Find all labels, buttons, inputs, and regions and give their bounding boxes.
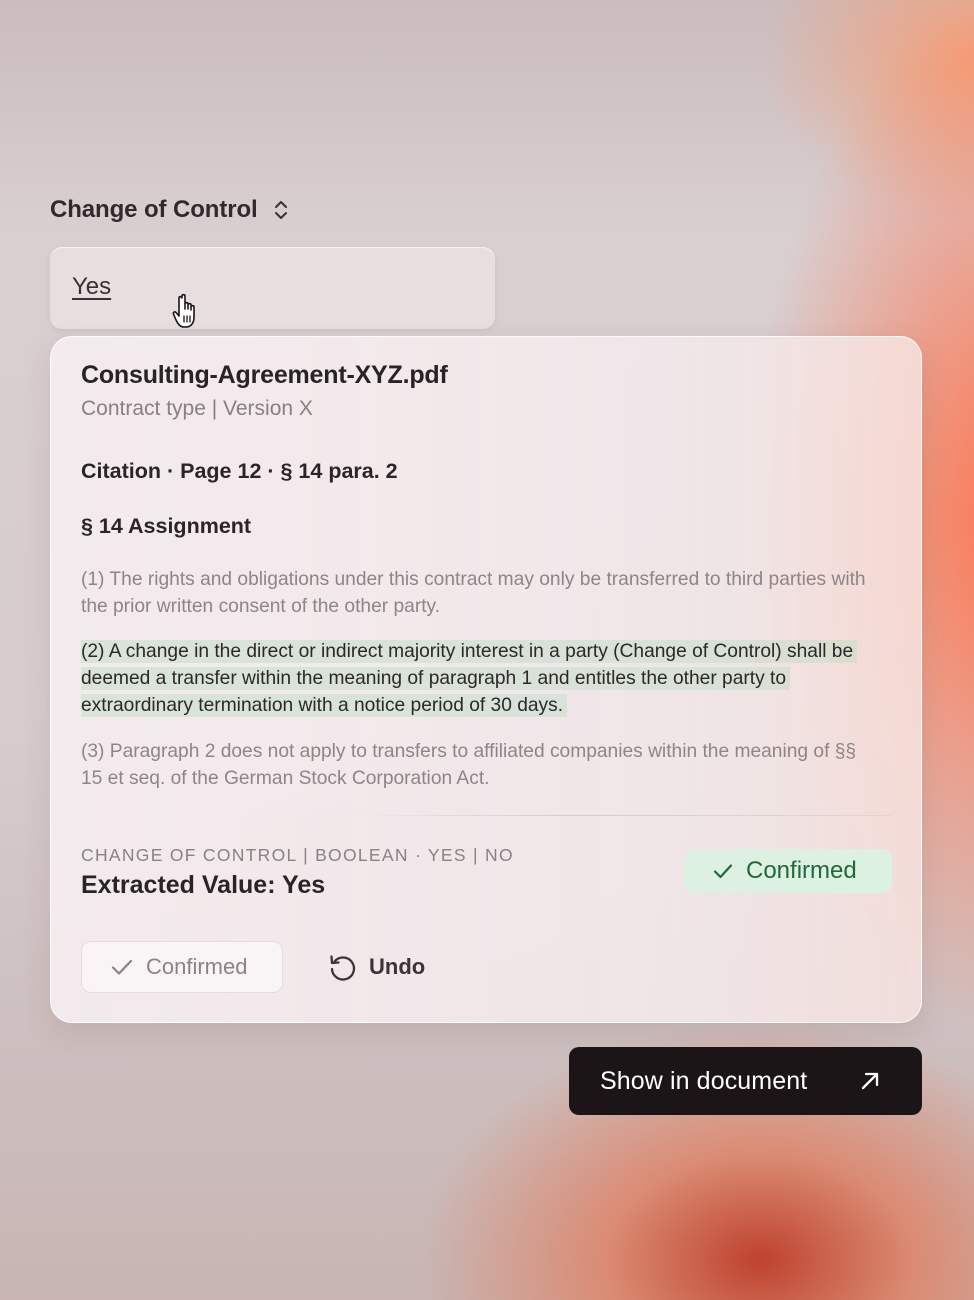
file-title: Consulting-Agreement-XYZ.pdf bbox=[81, 361, 448, 389]
section-title: § 14 Assignment bbox=[81, 514, 252, 538]
undo-label: Undo bbox=[369, 954, 426, 979]
highlighted-text: (2) A change in the direct or indirect m… bbox=[81, 640, 858, 717]
hand-pointer-cursor-icon bbox=[172, 293, 195, 328]
status-badge-label: Confirmed bbox=[746, 857, 857, 884]
field-value-link[interactable]: Yes bbox=[72, 273, 111, 300]
clause-paragraph-highlighted: (2) A change in the direct or indirect m… bbox=[81, 638, 891, 719]
check-icon bbox=[111, 959, 133, 975]
field-value-input[interactable]: Yes bbox=[50, 247, 495, 329]
divider bbox=[351, 815, 891, 816]
citation-card: Consulting-Agreement-XYZ.pdf Contract ty… bbox=[50, 336, 922, 1023]
field-label: Change of Control bbox=[50, 196, 258, 223]
field-type-caption: CHANGE OF CONTROL | BOOLEAN · YES | NO bbox=[81, 845, 514, 865]
clause-paragraph: (3) Paragraph 2 does not apply to transf… bbox=[81, 741, 857, 789]
file-subtitle: Contract type | Version X bbox=[81, 397, 313, 420]
show-in-document-button[interactable]: Show in document bbox=[569, 1047, 922, 1115]
status-badge: Confirmed bbox=[684, 849, 892, 893]
undo-icon bbox=[330, 955, 356, 981]
arrow-up-right-icon bbox=[861, 1072, 879, 1090]
citation-reference: Citation · Page 12 · § 14 para. 2 bbox=[81, 459, 398, 483]
extracted-value: Extracted Value: Yes bbox=[81, 871, 326, 899]
confirm-button[interactable]: Confirmed bbox=[81, 941, 283, 993]
field-selector[interactable]: Change of Control bbox=[50, 196, 290, 224]
confirm-button-label: Confirmed bbox=[146, 954, 248, 979]
clause-paragraph: (1) The rights and obligations under thi… bbox=[81, 569, 866, 617]
undo-button[interactable]: Undo bbox=[327, 949, 425, 985]
check-icon bbox=[713, 864, 733, 879]
show-in-document-label: Show in document bbox=[600, 1066, 808, 1095]
chevron-up-down-icon[interactable] bbox=[272, 197, 290, 223]
